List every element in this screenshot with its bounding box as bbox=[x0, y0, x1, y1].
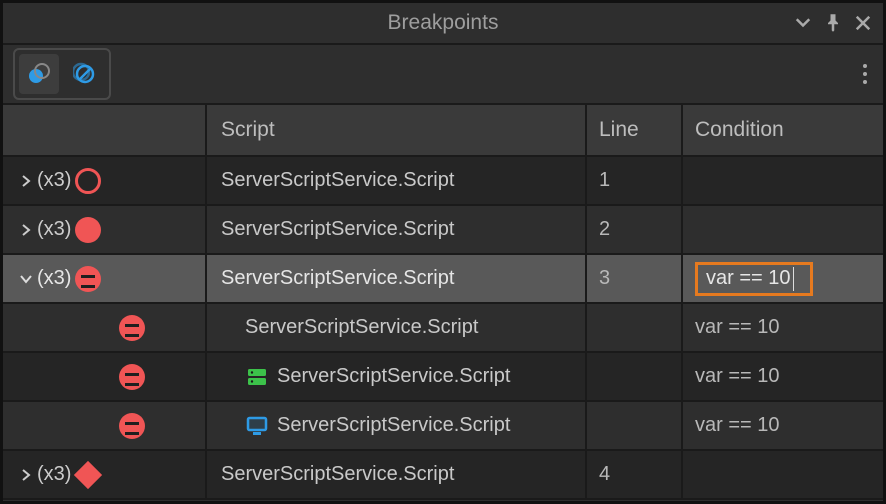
script-path[interactable]: ServerScriptService.Script bbox=[245, 316, 478, 339]
panel-toolbar bbox=[3, 45, 883, 105]
script-path[interactable]: ServerScriptService.Script bbox=[221, 463, 454, 486]
column-header-tree[interactable] bbox=[3, 105, 207, 155]
table-row[interactable]: ServerScriptService.Script var == 10 bbox=[3, 304, 883, 353]
breakpoint-icon[interactable] bbox=[119, 413, 145, 439]
condition-value[interactable]: var == 10 bbox=[695, 414, 780, 437]
chevron-right-icon[interactable] bbox=[17, 223, 35, 237]
all-breakpoints-filter-button[interactable] bbox=[65, 54, 105, 94]
script-path[interactable]: ServerScriptService.Script bbox=[221, 267, 454, 290]
panel-title: Breakpoints bbox=[3, 11, 883, 35]
pin-icon[interactable] bbox=[823, 13, 843, 33]
script-path[interactable]: ServerScriptService.Script bbox=[221, 218, 454, 241]
breakpoint-icon[interactable] bbox=[75, 217, 101, 243]
close-icon[interactable] bbox=[853, 13, 873, 33]
column-header-script[interactable]: Script bbox=[207, 105, 587, 155]
table-row[interactable]: (x3) ServerScriptService.Script 1 bbox=[3, 157, 883, 206]
single-breakpoint-filter-button[interactable] bbox=[19, 54, 59, 94]
script-path[interactable]: ServerScriptService.Script bbox=[277, 414, 510, 437]
breakpoint-icon[interactable] bbox=[75, 462, 101, 488]
script-path[interactable]: ServerScriptService.Script bbox=[221, 169, 454, 192]
script-path[interactable]: ServerScriptService.Script bbox=[277, 365, 510, 388]
breakpoint-icon[interactable] bbox=[75, 168, 101, 194]
instance-count: (x3) bbox=[37, 218, 71, 241]
window-options-icon[interactable] bbox=[793, 13, 813, 33]
more-options-icon[interactable] bbox=[863, 64, 873, 84]
filter-button-group bbox=[13, 48, 111, 100]
column-header-condition[interactable]: Condition bbox=[683, 105, 883, 155]
condition-input[interactable]: var == 10 bbox=[695, 262, 813, 296]
chevron-right-icon[interactable] bbox=[17, 174, 35, 188]
chevron-right-icon[interactable] bbox=[17, 468, 35, 482]
instance-count: (x3) bbox=[37, 267, 71, 290]
client-icon bbox=[245, 414, 269, 438]
breakpoints-table: Script Line Condition (x3) ServerScriptS… bbox=[3, 105, 883, 500]
breakpoint-icon[interactable] bbox=[119, 315, 145, 341]
condition-value[interactable]: var == 10 bbox=[695, 365, 780, 388]
line-number: 4 bbox=[599, 463, 610, 486]
server-icon bbox=[245, 365, 269, 389]
table-row[interactable]: (x3) ServerScriptService.Script 2 bbox=[3, 206, 883, 255]
panel-titlebar: Breakpoints bbox=[3, 3, 883, 45]
table-row[interactable]: ServerScriptService.Script var == 10 bbox=[3, 353, 883, 402]
instance-count: (x3) bbox=[37, 169, 71, 192]
table-row[interactable]: (x3) ServerScriptService.Script 3 var ==… bbox=[3, 255, 883, 304]
column-header-line[interactable]: Line bbox=[587, 105, 683, 155]
line-number: 1 bbox=[599, 169, 610, 192]
condition-value[interactable]: var == 10 bbox=[695, 316, 780, 339]
chevron-down-icon[interactable] bbox=[17, 272, 35, 286]
instance-count: (x3) bbox=[37, 463, 71, 486]
table-row[interactable]: (x3) ServerScriptService.Script 4 bbox=[3, 451, 883, 500]
line-number: 2 bbox=[599, 218, 610, 241]
breakpoint-icon[interactable] bbox=[119, 364, 145, 390]
table-row[interactable]: ServerScriptService.Script var == 10 bbox=[3, 402, 883, 451]
line-number: 3 bbox=[599, 267, 610, 290]
table-header: Script Line Condition bbox=[3, 105, 883, 157]
breakpoint-icon[interactable] bbox=[75, 266, 101, 292]
